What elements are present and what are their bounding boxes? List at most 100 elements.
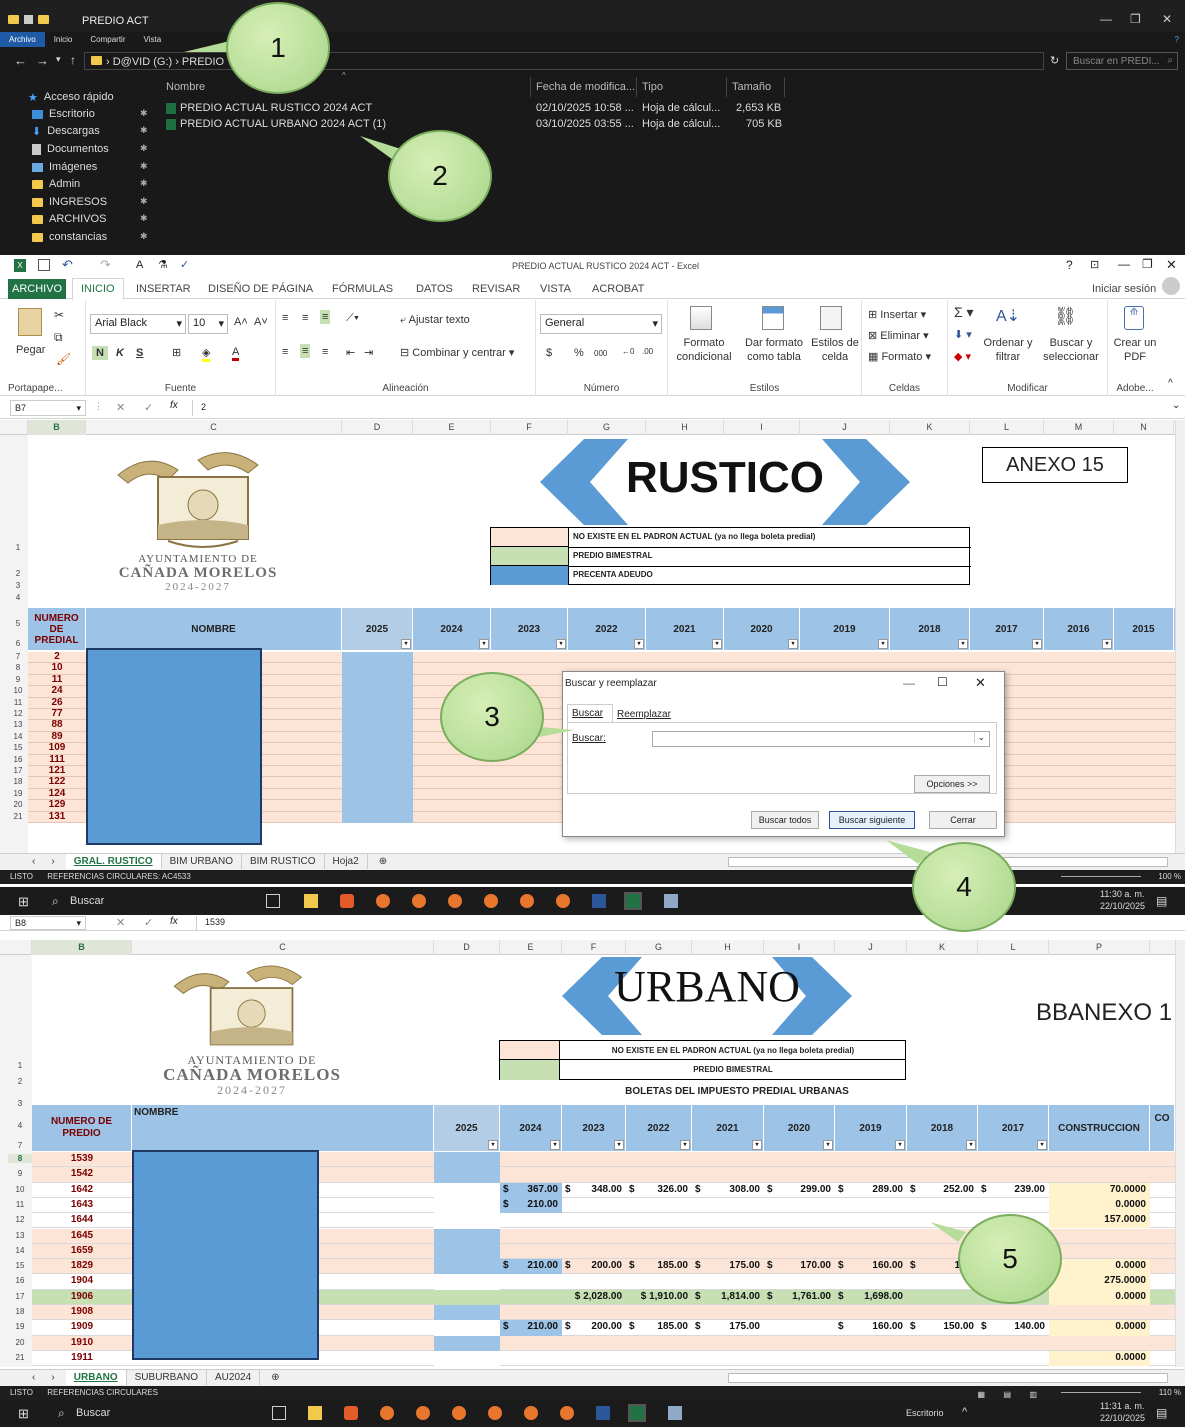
zoom-slider[interactable]: [1061, 876, 1141, 877]
format-painter-icon[interactable]: 🖌: [56, 352, 71, 366]
file-row[interactable]: PREDIO ACTUAL RUSTICO 2024 ACT 02/10/202…: [166, 102, 786, 116]
amount-cell[interactable]: $ 2,028.00: [562, 1290, 626, 1305]
cell-2025[interactable]: [342, 697, 413, 709]
amount-cell[interactable]: $210.00: [500, 1259, 562, 1275]
amount-cell[interactable]: $175.00: [692, 1320, 764, 1335]
column-header-type[interactable]: Tipo: [642, 81, 663, 93]
firefox-icon[interactable]: [524, 1406, 538, 1420]
filter-dropdown-icon[interactable]: ▾: [556, 639, 566, 649]
help-icon[interactable]: ?: [1066, 258, 1073, 272]
align-middle-icon[interactable]: ≡: [302, 312, 308, 324]
ribbon-display-icon[interactable]: ⊡: [1090, 258, 1099, 271]
pdf-icon[interactable]: ⟰: [1124, 306, 1144, 330]
font-color-icon[interactable]: A: [232, 346, 240, 361]
taskbar-search[interactable]: Buscar: [76, 1407, 110, 1419]
amount-cell[interactable]: $326.00: [626, 1183, 692, 1198]
row-header[interactable]: 20: [8, 1338, 32, 1347]
amount-cell[interactable]: $185.00: [626, 1320, 692, 1335]
expand-formula-icon[interactable]: ⌄: [1172, 400, 1180, 411]
row-header[interactable]: 18: [8, 777, 28, 786]
filter-dropdown-icon[interactable]: ▾: [712, 639, 722, 649]
row-header[interactable]: 20: [8, 800, 28, 809]
tab-inicio[interactable]: INICIO: [72, 278, 124, 300]
tab-inicio[interactable]: Inicio: [45, 32, 82, 47]
amount-cell[interactable]: $252.00: [907, 1183, 978, 1198]
align-center-icon[interactable]: ≡: [300, 344, 311, 358]
avatar[interactable]: [1162, 277, 1180, 295]
increase-decimal-icon[interactable]: ←0: [622, 347, 634, 356]
name-box[interactable]: B7 ▾: [10, 400, 86, 416]
quick-access-item[interactable]: ★ Acceso rápido: [28, 88, 114, 106]
cell-2025[interactable]: [342, 800, 413, 812]
column-header[interactable]: H: [646, 420, 724, 435]
windows-start-icon[interactable]: ⊞: [18, 1406, 29, 1422]
nav-ingresos[interactable]: INGRESOS: [32, 193, 107, 211]
nav-documentos[interactable]: Documentos: [32, 140, 109, 158]
clear-icon[interactable]: ◆ ▾: [954, 350, 971, 363]
amount-cell[interactable]: $367.00: [500, 1182, 562, 1198]
row-header[interactable]: 11: [8, 1200, 32, 1209]
row-header[interactable]: 15: [8, 743, 28, 752]
row-header[interactable]: 13: [8, 1231, 32, 1240]
minimize-icon[interactable]: —: [903, 676, 915, 690]
grow-font-icon[interactable]: A˄: [234, 316, 248, 328]
amount-cell[interactable]: $140.00: [978, 1320, 1049, 1335]
cell-2025[interactable]: [434, 1305, 500, 1321]
find-all-button[interactable]: Buscar todos: [751, 811, 819, 829]
decrease-indent-icon[interactable]: ⇤: [346, 346, 355, 359]
firefox-icon[interactable]: [376, 894, 390, 908]
tab-datos[interactable]: DATOS: [408, 279, 461, 299]
cell-2025[interactable]: [434, 1228, 500, 1244]
tab-vista[interactable]: VISTA: [532, 279, 579, 299]
find-next-button[interactable]: Buscar siguiente: [829, 811, 915, 829]
brave-icon[interactable]: [340, 894, 354, 908]
cell-styles-icon[interactable]: [820, 306, 842, 330]
sheet-tab[interactable]: BIM URBANO: [162, 854, 242, 869]
pin-icon[interactable]: ✱: [140, 161, 148, 172]
filter-dropdown-icon[interactable]: ▾: [878, 639, 888, 649]
amount-cell[interactable]: $160.00: [835, 1320, 907, 1335]
filter-dropdown-icon[interactable]: ▾: [1037, 1140, 1047, 1150]
zoom-level[interactable]: 110 %: [1159, 1386, 1181, 1400]
sheet-tab[interactable]: AU2024: [207, 1370, 261, 1385]
formula-input[interactable]: 2: [192, 400, 1172, 416]
orientation-icon[interactable]: ⟋▾: [346, 312, 359, 325]
pin-icon[interactable]: ✱: [140, 143, 148, 154]
column-header[interactable]: E: [413, 420, 491, 435]
filter-dropdown-icon[interactable]: ▾: [788, 639, 798, 649]
cell-2025[interactable]: [342, 720, 413, 732]
row-header[interactable]: 14: [8, 1246, 32, 1255]
next-sheet-icon[interactable]: ›: [43, 854, 62, 869]
quick-access-toolbar[interactable]: [8, 14, 68, 26]
amount-cell[interactable]: $200.00: [562, 1320, 626, 1335]
tab-archivo[interactable]: ARCHIVO: [8, 279, 67, 299]
sort-filter-icon[interactable]: A⇣: [996, 306, 1020, 326]
nav-archivos[interactable]: ARCHIVOS: [32, 210, 106, 228]
excel-taskbar-icon[interactable]: [624, 892, 642, 910]
find-input[interactable]: ⌄: [652, 731, 990, 747]
cell-2025[interactable]: [342, 663, 413, 675]
row-header[interactable]: 3: [8, 581, 28, 590]
font-size-select[interactable]: 10 ▾: [188, 314, 228, 334]
italic-button[interactable]: K: [116, 347, 124, 359]
new-folder-icon[interactable]: [38, 15, 49, 24]
column-header-date[interactable]: Fecha de modifica...: [536, 81, 635, 93]
format-painter-quick-icon[interactable]: ⚗: [158, 258, 168, 271]
align-bottom-icon[interactable]: ≡: [320, 310, 331, 324]
cell-2025[interactable]: [434, 1243, 500, 1260]
construccion-cell[interactable]: 157.0000: [1049, 1213, 1150, 1229]
row-header[interactable]: 19: [8, 1322, 32, 1331]
column-header[interactable]: F: [562, 940, 626, 955]
firefox-icon[interactable]: [556, 894, 570, 908]
sheet-tab[interactable]: URBANO: [65, 1370, 127, 1385]
word-icon[interactable]: [592, 894, 606, 908]
restore-icon[interactable]: ❐: [1142, 257, 1153, 271]
row-header[interactable]: 17: [8, 766, 28, 775]
align-right-icon[interactable]: ≡: [322, 346, 328, 358]
explorer-search-input[interactable]: Buscar en PREDI... ⌕: [1066, 52, 1178, 70]
cell-2025[interactable]: [342, 788, 413, 801]
row-header[interactable]: 4: [8, 1121, 32, 1130]
tab-insertar[interactable]: INSERTAR: [128, 279, 199, 299]
cell-2025[interactable]: [342, 811, 413, 823]
paste-button[interactable]: Pegar: [16, 344, 45, 356]
